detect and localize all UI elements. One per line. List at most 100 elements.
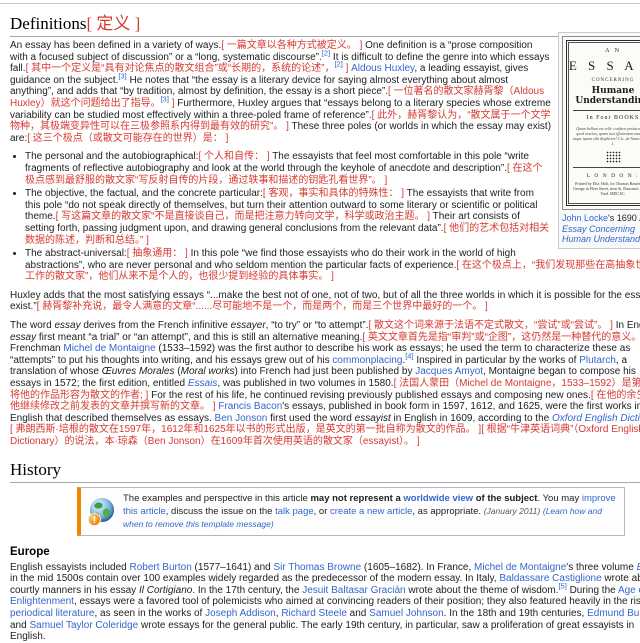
translation-annotation: [ 一篇文章以各种方式被定义。 ] (221, 40, 362, 51)
translation-annotation: [ 赫胥黎补充说，最令人满意的文章“......尽可能地不是一个，而是两个，而是… (37, 301, 488, 312)
reference-link-anchor[interactable]: [3] (118, 71, 126, 80)
wiki-link[interactable]: Aldous Huxley (351, 63, 414, 74)
wiki-link[interactable]: Essais (188, 378, 217, 389)
text-run: first used the word (267, 413, 354, 424)
translation-annotation: [ 散文这个词来源于法语不定式散文，“尝试”或“尝试”。 ] (368, 320, 612, 331)
cover-title-essay: E S S A Y (563, 58, 640, 74)
definitions-paragraph-1: An essay has been defined in a variety o… (10, 40, 640, 144)
book-cover-image: A N E S S A Y CONCERNING Humane Understa… (562, 36, 640, 210)
heading-definitions-translation: [ 定义 ] (87, 14, 141, 33)
wiki-link[interactable]: Samuel Taylor Coleridge (29, 620, 138, 631)
text-run: During the (567, 585, 618, 596)
wiki-link[interactable]: Plutarch (579, 355, 616, 366)
heading-history: History (10, 460, 640, 483)
translation-annotation: [ 弗朗西斯·培根的散文在1597年，1612年和1625年以书的形式出版，是英… (10, 424, 481, 435)
text-run: . In the 17th century, the (192, 585, 302, 596)
reference-link-anchor[interactable]: [4] (405, 352, 413, 361)
text-run: Moral works (181, 366, 235, 377)
text-run: ) into French had just been published by (235, 366, 416, 377)
text-run: . In the 18th and 19th centuries, (444, 608, 587, 619)
text-run: derives from the French infinitive (81, 320, 231, 331)
reference-link[interactable]: [2] (334, 60, 342, 69)
text-run: The word (10, 320, 54, 331)
text-run: essay (54, 320, 80, 331)
cover-epigraph: Quam bellum est velle confiteri potius n… (572, 126, 640, 146)
wiki-link[interactable]: Joseph Addison (205, 608, 276, 619)
reference-link[interactable]: [3] (118, 71, 126, 80)
cover-imprint: Printed by Eliz. Holt, for Thomas Basset… (571, 181, 640, 196)
text-run: , discuss the issue on the (166, 506, 275, 517)
text-run: first meant “a trial” or “an attempt”, a… (36, 332, 362, 343)
wiki-link[interactable]: periodical literature (10, 608, 95, 619)
thumbnail-figure[interactable]: A N E S S A Y CONCERNING Humane Understa… (558, 32, 640, 249)
wiki-link[interactable]: commonplacing (332, 355, 402, 366)
text-run: (January 2011) (484, 506, 541, 516)
heading-definitions: Definitions[ 定义 ] (10, 9, 640, 37)
wiki-link[interactable]: Jacques Amyot (415, 366, 483, 377)
cover-rule (573, 110, 640, 111)
text-run: An essay has been defined in a variety o… (10, 40, 221, 51)
translation-annotation: [ 客观，事实和具体的特殊性： ] (263, 188, 404, 199)
text-run: may not represent a (310, 493, 403, 504)
text-run: In English (613, 320, 640, 331)
text-run: in English in 1609, according to the (391, 413, 552, 424)
reference-link[interactable]: [5] (558, 581, 566, 590)
text-run: essayist (355, 413, 391, 424)
cover-humane-understanding: Humane Understanding (563, 86, 640, 106)
wiki-link[interactable]: Baltasar Gracián (331, 585, 405, 596)
wiki-link[interactable]: Edmund Burke (587, 608, 640, 619)
text-run: essay (10, 332, 36, 343)
text-run: 's three volume (566, 562, 636, 573)
globe-warning-icon: ! (89, 498, 115, 524)
wiki-link[interactable]: Jesuit (302, 585, 328, 596)
wiki-link[interactable]: Robert Burton (130, 562, 192, 573)
text-run: and (347, 608, 369, 619)
translation-annotation: [ 写这篇文章的散文家“不是直接谈自己，而是把注意力转向文学，科学或政治主题。 … (56, 211, 430, 222)
wiki-link[interactable]: worldwide view (403, 493, 473, 504)
translation-annotation: [ 个人和自传： ] (198, 151, 269, 162)
wiki-link[interactable]: Oxford English Dictionary (552, 413, 640, 424)
wiki-link[interactable]: Baldassare Castiglione (499, 573, 601, 584)
wiki-link[interactable]: Michel de Montaigne (474, 562, 566, 573)
text-run: of the subject (473, 493, 537, 504)
reference-link[interactable]: [4] (405, 352, 413, 361)
notice-text: The examples and perspective in this art… (123, 492, 616, 531)
reference-link-anchor[interactable]: [2] (322, 48, 330, 57)
image-caption: John Locke's 1690 An Essay Concerning Hu… (562, 213, 640, 245)
wiki-link[interactable]: Samuel Johnson (369, 608, 444, 619)
wiki-link[interactable]: create a new article (330, 506, 412, 517)
reference-link-anchor[interactable]: [5] (558, 581, 566, 590)
text-run: , “to try” or “to attempt”. (266, 320, 369, 331)
heading-europe: Europe (10, 546, 640, 558)
text-run: English essayists included (10, 562, 130, 573)
worldwide-view-notice: ! The examples and perspective in this a… (77, 487, 625, 536)
text-run: For the rest of his life, he continued r… (148, 390, 590, 401)
wiki-link[interactable]: Ben Jonson (215, 413, 268, 424)
wiki-link[interactable]: John Locke (562, 213, 608, 223)
exclamation-badge-icon: ! (88, 513, 101, 526)
translation-annotation: [ 抽象通用： ] (127, 248, 188, 259)
text-run: wrote about the theme of wisdom. (406, 585, 559, 596)
wiki-link[interactable]: talk page (275, 506, 314, 517)
text-run: Œuvres Morales (102, 366, 175, 377)
text-run: , essays were a favored tool of polemici… (74, 596, 640, 607)
text-run: The objective, the factual, and the conc… (25, 188, 263, 199)
cover-in-four-books: In Four BOOKS (563, 115, 640, 121)
wiki-link[interactable]: Francis Bacon (218, 401, 282, 412)
wiki-link[interactable]: Michel de Montaigne (63, 343, 155, 354)
bullet-abstract-universal: The abstract-universal:[ 抽象通用： ] In this… (25, 248, 640, 283)
cover-an: A N (563, 48, 640, 54)
reference-link-anchor[interactable]: [3] (161, 95, 169, 104)
europe-paragraph: English essayists included Robert Burton… (10, 562, 640, 643)
reference-link-anchor[interactable]: [2] (334, 60, 342, 69)
wiki-link[interactable]: Richard Steele (281, 608, 347, 619)
bullet-objective-factual: The objective, the factual, and the conc… (25, 188, 640, 246)
wiki-link[interactable]: Essais (637, 562, 640, 573)
wiki-link[interactable]: Sir Thomas Browne (274, 562, 362, 573)
bullet-personal-autobiographical: The personal and the autobiographical:[ … (25, 151, 640, 186)
text-run: , as appropriate. (412, 506, 483, 517)
reference-link[interactable]: [3] (161, 95, 169, 104)
text-run: The personal and the autobiographical: (25, 151, 198, 162)
reference-link[interactable]: [2] (322, 48, 330, 57)
text-run: (1577–1641) and (192, 562, 274, 573)
